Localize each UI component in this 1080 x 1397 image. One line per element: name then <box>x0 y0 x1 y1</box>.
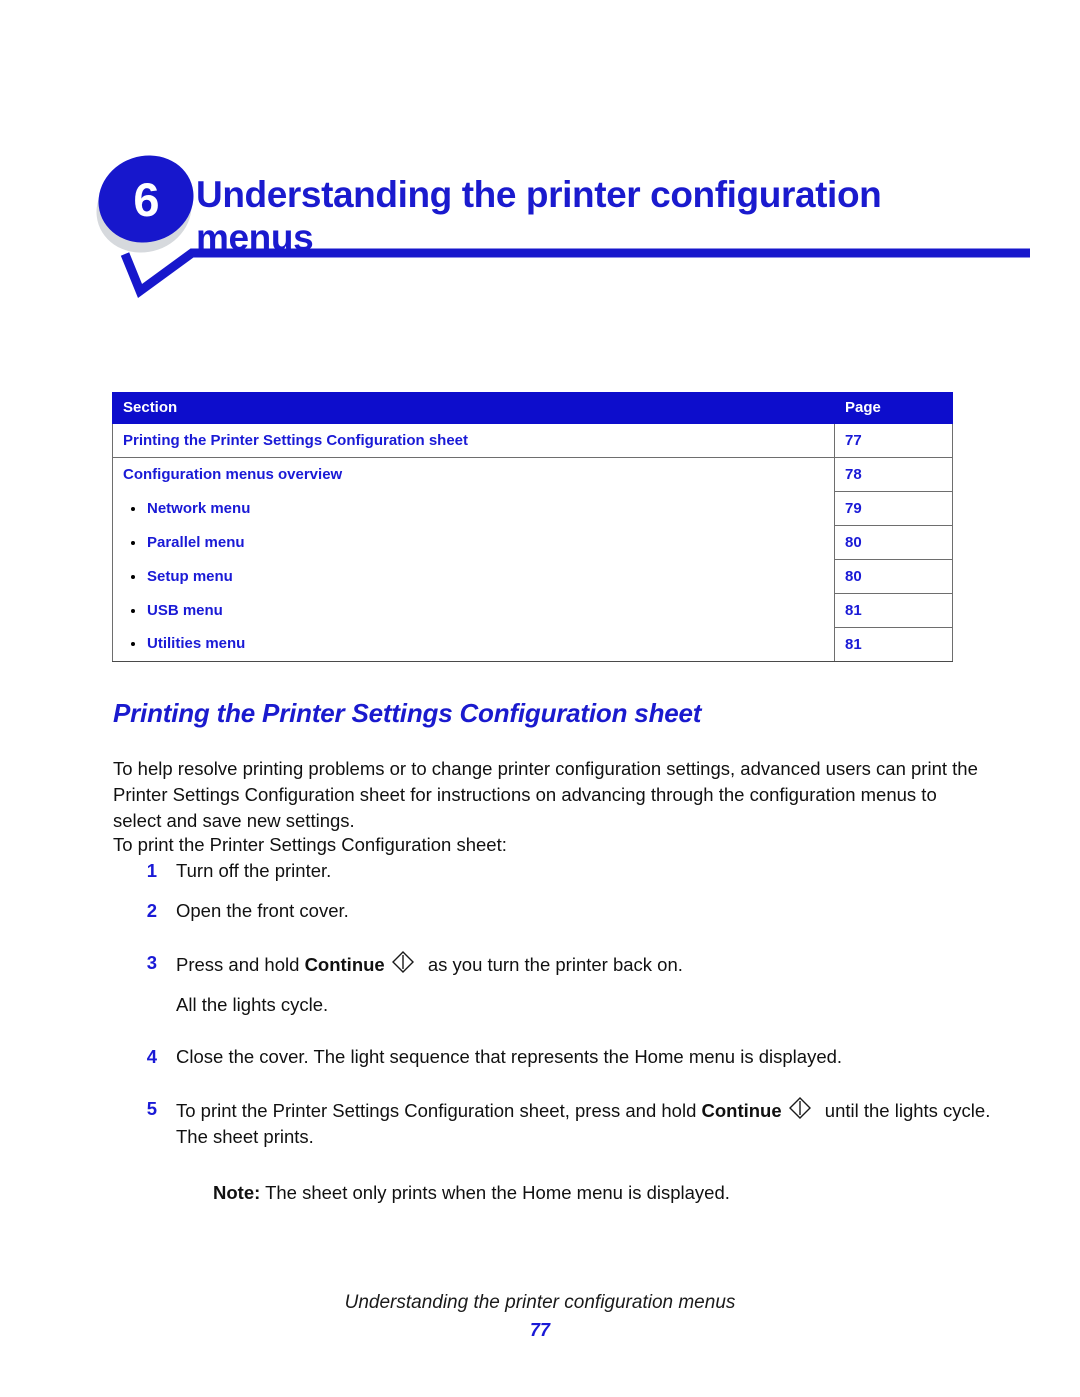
step-3-continuation: All the lights cycle. <box>176 994 329 1015</box>
table-row[interactable]: Utilities menu 81 <box>112 627 953 662</box>
continue-diamond-icon <box>788 1097 811 1119</box>
toc-sub-label: Parallel menu <box>147 533 245 551</box>
step-4: 4 Close the cover. The light sequence th… <box>113 1044 993 1070</box>
toc-link-usb-menu[interactable]: USB menu <box>112 593 835 628</box>
toc-link-config-overview[interactable]: Configuration menus overview <box>112 457 835 492</box>
toc-page-number[interactable]: 80 <box>834 525 953 560</box>
bullet-icon <box>131 574 135 579</box>
toc-sub-label: Setup menu <box>147 567 233 585</box>
procedure-steps: 1 Turn off the printer. 2 Open the front… <box>113 858 993 1206</box>
table-row[interactable]: USB menu 81 <box>112 593 953 628</box>
section-heading: Printing the Printer Settings Configurat… <box>113 697 702 728</box>
chapter-header: 6 Understanding the printer configuratio… <box>0 0 1080 300</box>
table-row[interactable]: Printing the Printer Settings Configurat… <box>112 423 953 458</box>
step-text: Close the cover. The light sequence that… <box>176 1046 843 1067</box>
column-header-section: Section <box>112 392 835 424</box>
toc-sub-label: USB menu <box>147 601 223 619</box>
table-row[interactable]: Configuration menus overview 78 <box>112 457 953 492</box>
bullet-icon <box>131 642 135 647</box>
step-text: Turn off the printer. <box>176 860 332 881</box>
footer-chapter-title: Understanding the printer configuration … <box>344 1292 736 1313</box>
bullet-icon <box>131 540 135 545</box>
intro-paragraph: To help resolve printing problems or to … <box>113 757 978 831</box>
toc-link-parallel-menu[interactable]: Parallel menu <box>112 525 835 560</box>
toc-page-number[interactable]: 77 <box>834 423 953 458</box>
bullet-icon <box>131 608 135 613</box>
step-number: 4 <box>146 1046 157 1067</box>
column-header-page: Page <box>834 392 953 424</box>
toc-page-number[interactable]: 81 <box>834 627 953 662</box>
note-label: Note: <box>213 1182 261 1203</box>
toc-link-setup-menu[interactable]: Setup menu <box>112 559 835 594</box>
toc-sub-label: Network menu <box>147 499 251 517</box>
continue-button-label: Continue <box>701 1100 782 1121</box>
toc-page-number[interactable]: 78 <box>834 457 953 492</box>
toc-link-utilities-menu[interactable]: Utilities menu <box>112 627 835 662</box>
step-5: 5 To print the Printer Settings Configur… <box>113 1096 993 1150</box>
step-number: 2 <box>146 900 157 921</box>
table-row[interactable]: Parallel menu 80 <box>112 525 953 560</box>
continue-diamond-icon <box>391 951 414 973</box>
toc-page-number[interactable]: 80 <box>834 559 953 594</box>
step-number: 5 <box>146 1098 157 1119</box>
step-3: 3 Press and hold Continue as you turn th… <box>113 950 993 978</box>
step-number: 1 <box>146 860 157 881</box>
bullet-icon <box>131 506 135 511</box>
toc-page-number[interactable]: 81 <box>834 593 953 628</box>
table-row[interactable]: Setup menu 80 <box>112 559 953 594</box>
step-text: Open the front cover. <box>176 900 349 921</box>
step-text-before: Press and hold <box>176 954 305 975</box>
page-footer: Understanding the printer configuration … <box>0 1292 1080 1341</box>
toc-sub-label: Utilities menu <box>147 635 246 653</box>
toc-page-number[interactable]: 79 <box>834 491 953 526</box>
note-text: The sheet only prints when the Home menu… <box>260 1182 730 1203</box>
step-number: 3 <box>146 952 157 973</box>
toc-link-printing-sheet[interactable]: Printing the Printer Settings Configurat… <box>112 423 835 458</box>
header-swoosh-rule <box>120 248 1030 299</box>
continue-button-label: Continue <box>304 954 385 975</box>
lead-in-paragraph: To print the Printer Settings Configurat… <box>113 833 507 855</box>
table-row[interactable]: Network menu 79 <box>112 491 953 526</box>
toc-link-network-menu[interactable]: Network menu <box>112 491 835 526</box>
footer-page-number: 77 <box>529 1320 551 1340</box>
chapter-number: 6 <box>133 172 159 226</box>
step-text-before: To print the Printer Settings Configurat… <box>176 1100 702 1121</box>
note-block: Note: The sheet only prints when the Hom… <box>113 1180 993 1206</box>
section-page-table: Section Page Printing the Printer Settin… <box>112 392 953 662</box>
step-text-after: as you turn the printer back on. <box>422 954 683 975</box>
step-1: 1 Turn off the printer. <box>113 858 993 884</box>
step-2: 2 Open the front cover. <box>113 898 993 924</box>
table-header-row: Section Page <box>112 392 953 424</box>
